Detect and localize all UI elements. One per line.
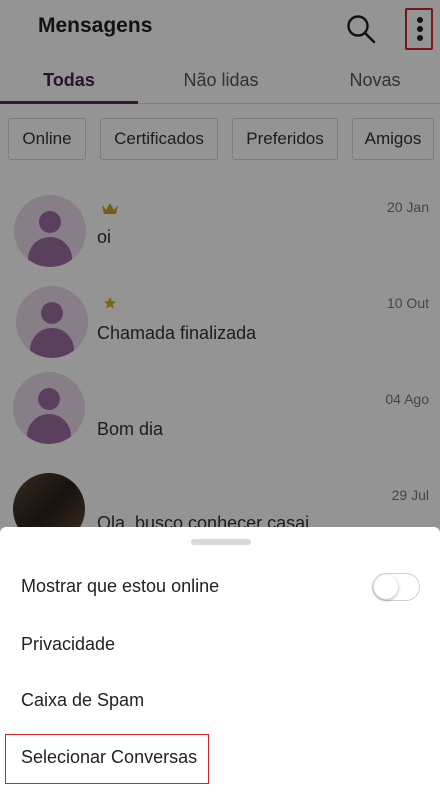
sheet-item-privacidade[interactable]: Privacidade: [0, 621, 440, 669]
selection-highlight-box: [5, 734, 209, 784]
sheet-item-label: Privacidade: [21, 634, 116, 654]
sheet-item-caixa-de-spam[interactable]: Caixa de Spam: [0, 677, 440, 725]
sheet-item-label: Mostrar que estou online: [21, 576, 220, 596]
options-bottom-sheet: Mostrar que estou online Privacidade Cai…: [0, 527, 440, 802]
sheet-drag-handle[interactable]: [191, 539, 251, 545]
online-status-toggle[interactable]: [372, 573, 420, 601]
sheet-item-online-status[interactable]: Mostrar que estou online: [0, 563, 440, 611]
sheet-item-label: Caixa de Spam: [21, 690, 145, 710]
toggle-knob: [374, 575, 398, 599]
